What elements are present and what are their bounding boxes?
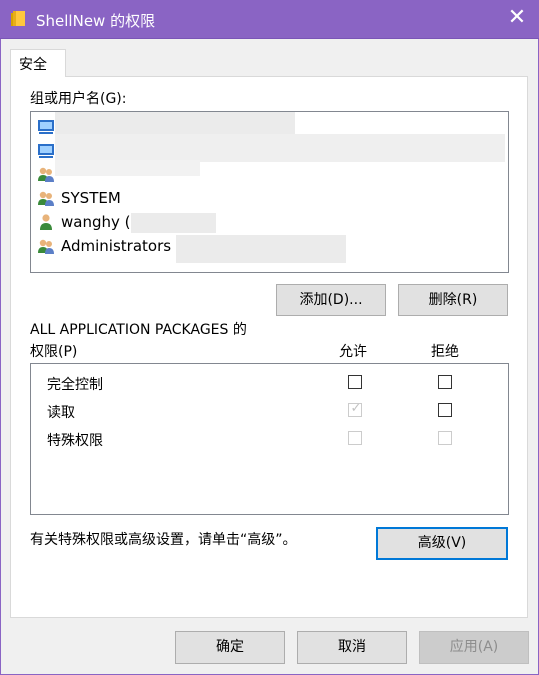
ok-button[interactable]: 确定 (175, 631, 285, 664)
list-item-system[interactable]: SYSTEM (37, 187, 121, 209)
users-icon (37, 189, 55, 207)
permission-row-label: 读取 (47, 405, 75, 421)
read-allow-checkbox: ✓ (348, 401, 362, 417)
cancel-button[interactable]: 取消 (297, 631, 407, 664)
redacted-block (131, 213, 216, 233)
full-control-deny-checkbox[interactable] (438, 375, 452, 389)
permission-row-label: 完全控制 (47, 377, 103, 393)
apply-button: 应用(A) (419, 631, 529, 664)
computer-icon (37, 117, 55, 135)
read-deny-checkbox[interactable] (438, 403, 452, 417)
advanced-button[interactable]: 高级(V) (376, 527, 508, 560)
users-icon (37, 237, 55, 255)
permissions-header: ALL APPLICATION PACKAGES 的 (30, 322, 247, 338)
computer-icon (37, 141, 55, 159)
tab-security[interactable]: 安全 (10, 49, 66, 77)
permissions-label: 权限(P) (30, 344, 78, 360)
redacted-block (55, 112, 295, 134)
user-icon (37, 213, 55, 231)
window-title: ShellNew 的权限 (36, 12, 156, 30)
groups-list[interactable]: SYSTEM wanghy ( Administrators ( (30, 111, 509, 273)
add-button[interactable]: 添加(D)... (276, 284, 386, 316)
title-bar: ShellNew 的权限 ✕ (0, 0, 539, 39)
redacted-block (55, 160, 200, 176)
special-deny-checkbox (438, 431, 452, 445)
list-item-label: Administrators ( (61, 237, 182, 255)
special-allow-checkbox (348, 431, 362, 445)
list-item-administrators[interactable]: Administrators ( (37, 235, 182, 257)
advanced-hint: 有关特殊权限或高级设置，请单击“高级”。 (30, 532, 297, 548)
permissions-list: 完全控制 读取 ✓ 特殊权限 (30, 363, 509, 515)
allow-column-header: 允许 (339, 344, 367, 360)
close-button[interactable]: ✕ (505, 7, 529, 31)
deny-column-header: 拒绝 (431, 344, 459, 360)
permission-row-label: 特殊权限 (47, 433, 103, 449)
list-item-wanghy[interactable]: wanghy ( (37, 211, 131, 233)
redacted-block (176, 235, 346, 263)
full-control-allow-checkbox[interactable] (348, 375, 362, 389)
window-frame-left (0, 39, 1, 675)
list-item-label: SYSTEM (61, 189, 121, 207)
redacted-block (55, 134, 505, 162)
checkmark-icon: ✓ (350, 401, 362, 416)
groups-label: 组或用户名(G): (30, 91, 127, 107)
folder-icon (10, 10, 28, 28)
remove-button[interactable]: 删除(R) (398, 284, 508, 316)
list-item-label: wanghy ( (61, 213, 131, 231)
users-icon (37, 165, 55, 183)
